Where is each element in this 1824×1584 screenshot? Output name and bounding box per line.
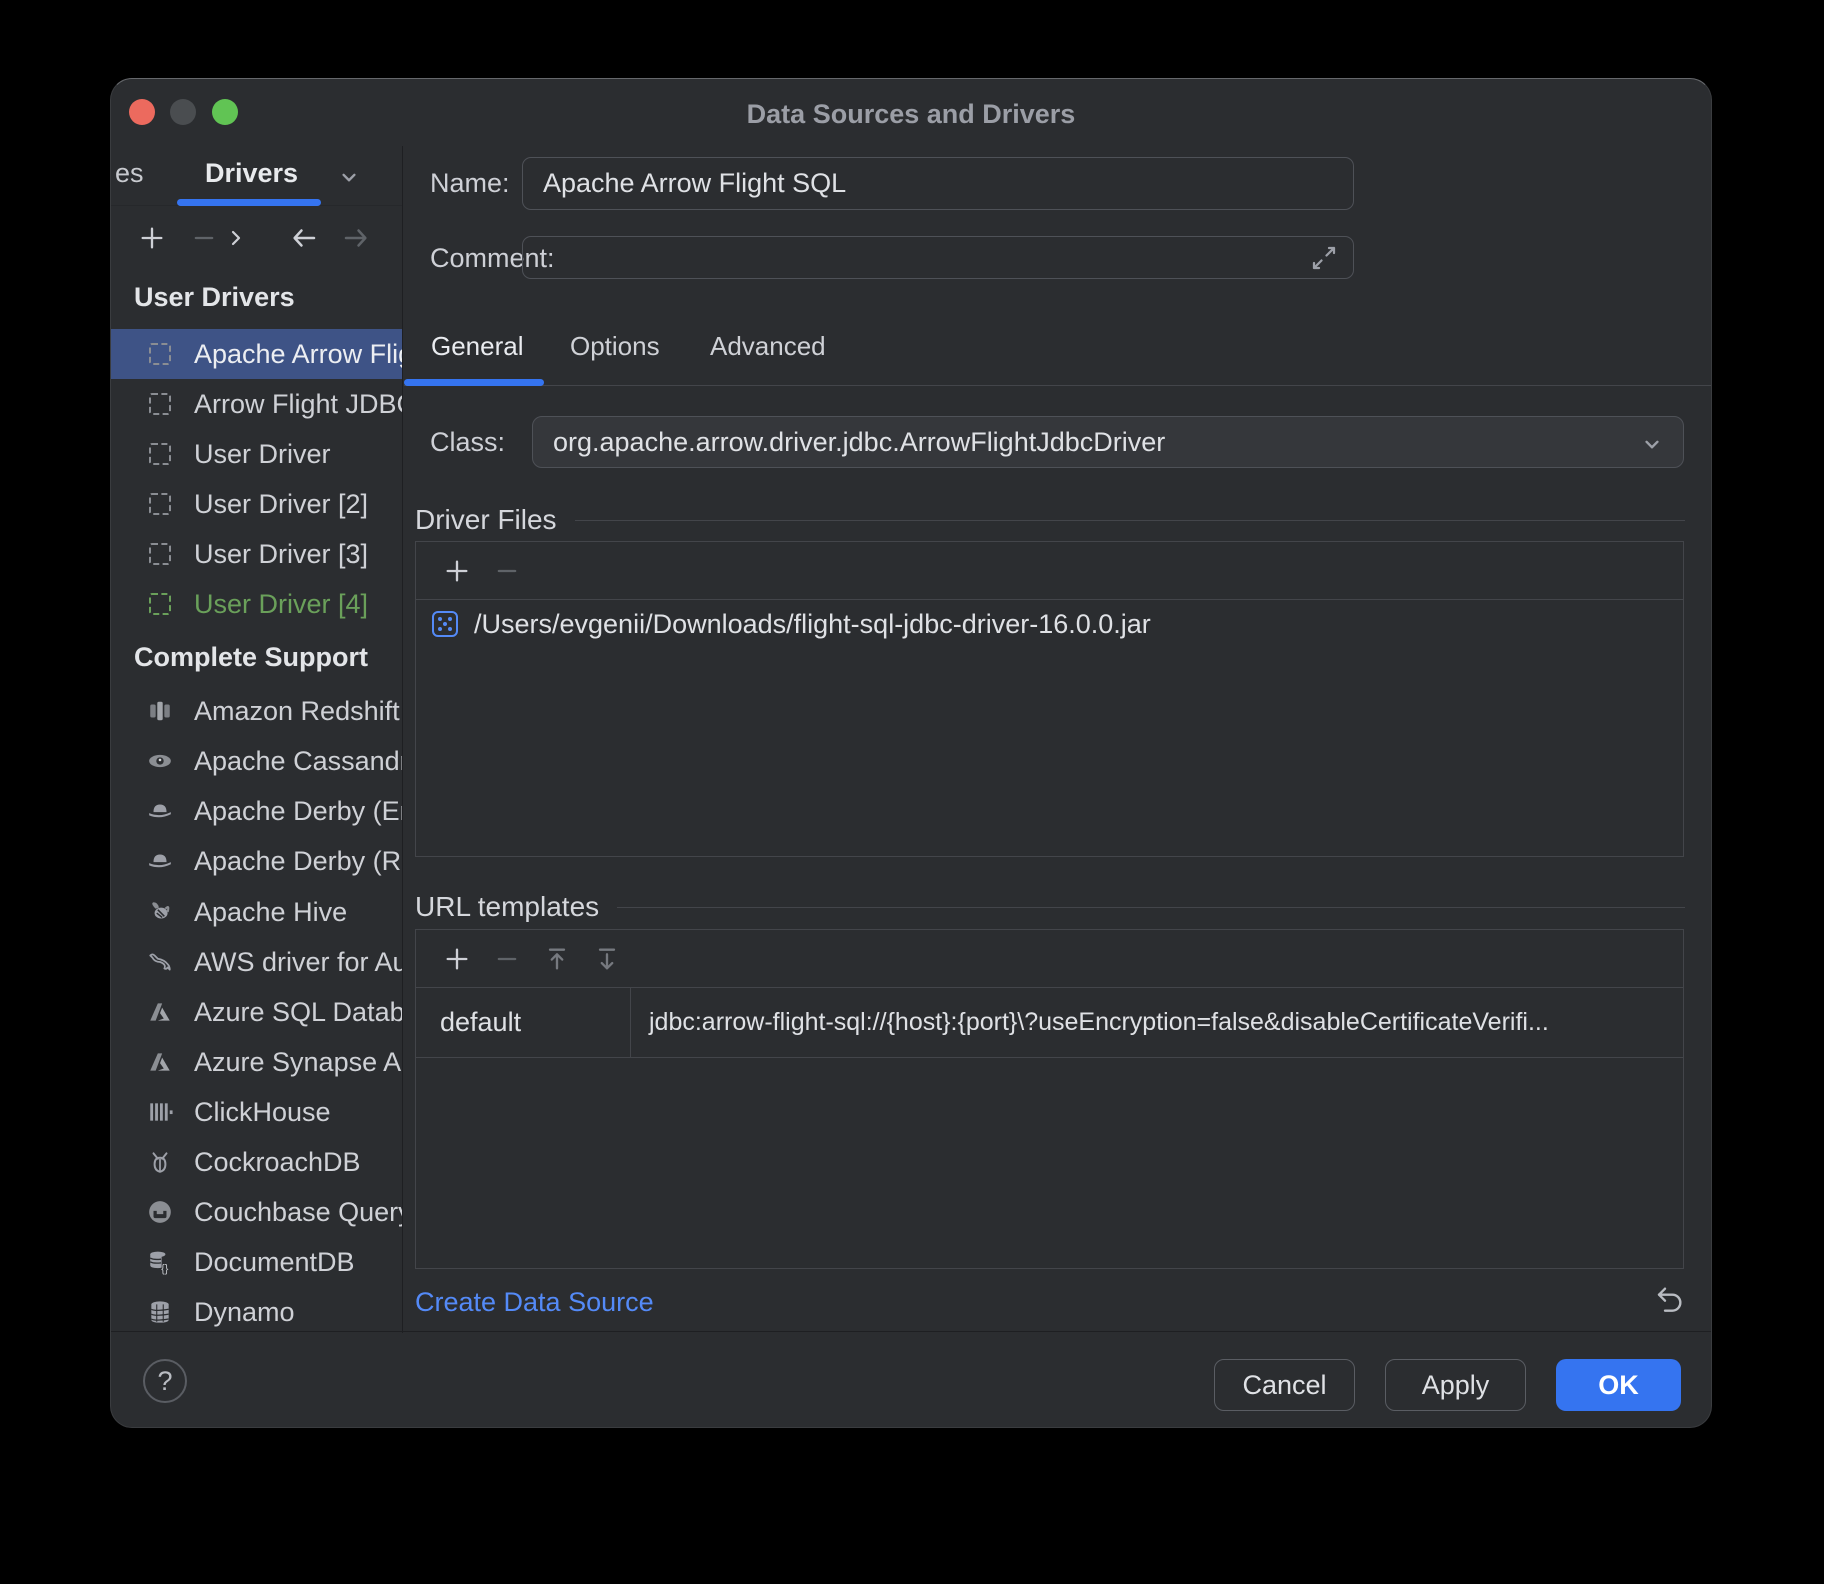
mysql-dolphin-icon (147, 949, 173, 975)
tab-advanced[interactable]: Advanced (710, 331, 826, 362)
ok-button[interactable]: OK (1556, 1359, 1681, 1411)
couchbase-icon (147, 1199, 173, 1225)
sidebar-item-azure-sql-database[interactable]: Azure SQL Database (111, 987, 403, 1037)
hive-bee-icon (147, 899, 173, 925)
tab-separator (404, 385, 1712, 386)
sidebar-item-clickhouse[interactable]: ClickHouse (111, 1087, 403, 1137)
sidebar-item-user-driver-2[interactable]: User Driver [2] (111, 479, 403, 529)
sidebar-item-user-driver[interactable]: User Driver (111, 429, 403, 479)
expand-driver-button[interactable] (221, 223, 251, 253)
url-templates-header: URL templates (415, 891, 1685, 923)
move-up-icon[interactable] (542, 944, 572, 974)
comment-input[interactable] (522, 236, 1354, 279)
sidebar-item-documentdb[interactable]: {} DocumentDB (111, 1237, 403, 1287)
cancel-button[interactable]: Cancel (1214, 1359, 1355, 1411)
sidebar-item-user-driver-3[interactable]: User Driver [3] (111, 529, 403, 579)
chevron-down-icon[interactable] (336, 164, 362, 190)
user-driver-icon (147, 341, 173, 367)
drivers-sidebar: es Drivers User Drivers (111, 146, 403, 1333)
user-driver-icon (147, 441, 173, 467)
add-driver-button[interactable] (137, 223, 167, 253)
user-driver-icon (147, 491, 173, 517)
sidebar-item-dynamo[interactable]: Dynamo (111, 1287, 403, 1333)
sidebar-tab-bar: es Drivers (111, 146, 402, 206)
sidebar-item-cockroachdb[interactable]: CockroachDB (111, 1137, 403, 1187)
remove-file-button[interactable] (492, 556, 522, 586)
derby-hat-icon (147, 848, 173, 874)
azure-icon (147, 999, 173, 1025)
driver-file-row[interactable]: /Users/evgenii/Downloads/flight-sql-jdbc… (416, 600, 1683, 648)
sidebar-item-apache-derby-embedded[interactable]: Apache Derby (Embedded) (111, 786, 403, 836)
create-data-source-link[interactable]: Create Data Source (415, 1287, 654, 1318)
dialog-footer: ? Cancel Apply OK (111, 1331, 1711, 1427)
svg-text:{}: {} (161, 1263, 169, 1275)
sidebar-item-azure-synapse[interactable]: Azure Synapse Analytics (111, 1037, 403, 1087)
sidebar-toolbar (111, 206, 402, 268)
complete-support-header: Complete Support (134, 642, 368, 673)
move-down-icon[interactable] (592, 944, 622, 974)
driver-files-box: /Users/evgenii/Downloads/flight-sql-jdbc… (415, 541, 1684, 857)
forward-button[interactable] (341, 223, 371, 253)
url-template-name: default (416, 988, 631, 1057)
jar-file-icon (432, 611, 458, 637)
active-tab-underline (177, 199, 321, 206)
redshift-icon (147, 698, 173, 724)
sidebar-item-arrow-flight-jdbc[interactable]: Arrow Flight JDBC (111, 379, 403, 429)
url-template-value: jdbc:arrow-flight-sql://{host}:{port}\?u… (631, 988, 1683, 1057)
driver-files-header: Driver Files (415, 504, 1685, 536)
url-templates-toolbar (416, 930, 1683, 988)
back-button[interactable] (289, 223, 319, 253)
azure-icon (147, 1049, 173, 1075)
sidebar-item-apache-arrow-flight-sql[interactable]: Apache Arrow Flight SQL (111, 329, 403, 379)
url-template-row[interactable]: default jdbc:arrow-flight-sql://{host}:{… (416, 988, 1683, 1058)
help-button[interactable]: ? (143, 1359, 187, 1403)
documentdb-icon: {} (147, 1249, 173, 1275)
sidebar-item-user-driver-4[interactable]: User Driver [4] (111, 579, 403, 629)
add-template-button[interactable] (442, 944, 472, 974)
undo-icon[interactable] (1651, 1282, 1687, 1318)
tab-data-sources-partial[interactable]: es (115, 158, 144, 189)
driver-detail-panel: Name: Apache Arrow Flight SQL Comment: G… (404, 146, 1712, 1333)
sidebar-item-aws-driver-aurora[interactable]: AWS driver for Aurora MySQL (111, 937, 403, 987)
user-driver-icon (147, 541, 173, 567)
dynamo-icon (147, 1299, 173, 1325)
data-sources-dialog: Data Sources and Drivers es Drivers (110, 78, 1712, 1428)
driver-file-path: /Users/evgenii/Downloads/flight-sql-jdbc… (474, 609, 1151, 640)
remove-driver-button[interactable] (189, 223, 219, 253)
tab-options[interactable]: Options (570, 331, 660, 362)
remove-template-button[interactable] (492, 944, 522, 974)
sidebar-item-apache-derby-remote[interactable]: Apache Derby (Remote) (111, 836, 403, 886)
user-driver-icon (147, 591, 173, 617)
active-tab-underline (404, 379, 544, 386)
class-dropdown[interactable]: org.apache.arrow.driver.jdbc.ArrowFlight… (532, 416, 1684, 468)
clickhouse-bars-icon (147, 1099, 173, 1125)
cockroach-icon (147, 1149, 173, 1175)
sidebar-item-apache-hive[interactable]: Apache Hive (111, 887, 403, 937)
derby-hat-icon (147, 798, 173, 824)
tab-drivers[interactable]: Drivers (205, 158, 298, 189)
url-templates-box: default jdbc:arrow-flight-sql://{host}:{… (415, 929, 1684, 1269)
name-label: Name: (430, 168, 510, 199)
tab-general[interactable]: General (431, 331, 524, 362)
title-bar: Data Sources and Drivers (111, 79, 1711, 146)
sidebar-item-apache-cassandra[interactable]: Apache Cassandra (111, 736, 403, 786)
sidebar-item-amazon-redshift[interactable]: Amazon Redshift (111, 686, 403, 736)
sidebar-item-couchbase-query[interactable]: Couchbase Query (111, 1187, 403, 1237)
add-file-button[interactable] (442, 556, 472, 586)
class-label: Class: (430, 427, 505, 458)
chevron-down-icon (1639, 431, 1665, 457)
driver-files-toolbar (416, 542, 1683, 600)
user-drivers-header: User Drivers (134, 282, 295, 313)
expand-editor-icon[interactable] (1309, 243, 1339, 273)
name-input[interactable]: Apache Arrow Flight SQL (522, 157, 1354, 210)
user-driver-icon (147, 391, 173, 417)
apply-button[interactable]: Apply (1385, 1359, 1526, 1411)
cassandra-eye-icon (147, 748, 173, 774)
window-title: Data Sources and Drivers (111, 79, 1711, 146)
